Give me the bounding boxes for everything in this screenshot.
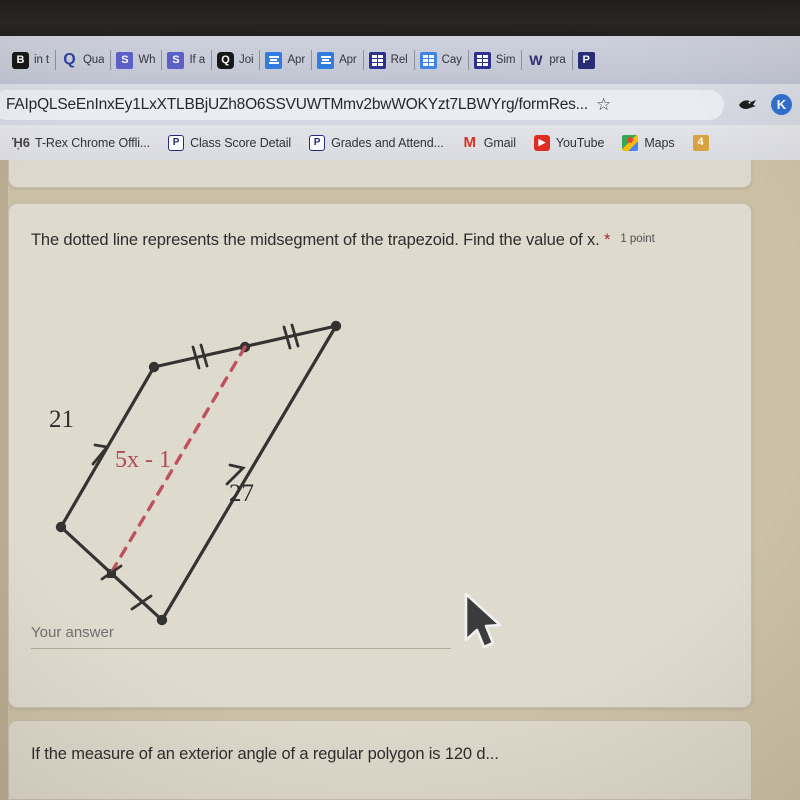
google-maps-icon — [622, 135, 638, 151]
question-card: The dotted line represents the midsegmen… — [8, 203, 752, 708]
bookmark-label: Class Score Detail — [190, 136, 291, 150]
photo-of-screen: Bin t Q Qua S Wh S If a Q Joi Apr Apr Rel Cay Sim Wpra… — [0, 0, 800, 800]
bookmark-item[interactable]: ὆4 — [684, 130, 718, 156]
vertex-bottom-left — [56, 522, 66, 532]
t-rex-icon: ᾙ6 — [13, 135, 29, 151]
bookmark-item[interactable]: Maps — [613, 130, 683, 156]
browser-tab-title: Sim — [496, 54, 516, 66]
wattpad-w-icon: W — [527, 52, 544, 69]
google-forms-icon — [474, 52, 491, 69]
side-right — [162, 326, 336, 620]
quizizz-q-icon: Q — [217, 52, 234, 69]
bookmark-label: YouTube — [556, 136, 604, 150]
browser-tab-title: If a — [189, 54, 205, 66]
gmail-icon: M — [462, 135, 478, 151]
browser-tab[interactable]: Q Joi — [211, 43, 259, 77]
sheets-s-icon: S — [167, 52, 184, 69]
powerschool-icon: P — [168, 135, 184, 151]
browser-tab-strip: Bin t Q Qua S Wh S If a Q Joi Apr Apr Rel Cay Sim Wpra… — [0, 36, 800, 84]
browser-tab-title: Apr — [287, 54, 305, 66]
trapezoid-svg — [27, 302, 367, 642]
bookmark-item[interactable]: ᾙ6 T-Rex Chrome Offli... — [4, 130, 159, 156]
browser-tab-title: Joi — [239, 54, 253, 66]
browser-tab-title: Qua — [83, 54, 104, 66]
browser-tab[interactable]: S Wh — [110, 43, 161, 77]
browser-tab-title: Wh — [138, 54, 155, 66]
label-left-leg: 21 — [49, 406, 74, 434]
screen-bezel-top — [0, 0, 800, 36]
browser-tab-title: pra — [549, 54, 565, 66]
powerschool-icon: P — [309, 135, 325, 151]
quizlet-q-icon: Q — [61, 52, 78, 69]
bookmark-item[interactable]: ▶ YouTube — [525, 130, 613, 156]
next-question-card: If the measure of an exterior angle of a… — [8, 720, 752, 800]
browser-tab-title: Cay — [442, 54, 462, 66]
question-title: The dotted line represents the midsegmen… — [31, 229, 610, 253]
bookmark-label: Maps — [644, 136, 674, 150]
browser-tab-title: Rel — [391, 54, 408, 66]
page-content: The dotted line represents the midsegmen… — [0, 160, 800, 800]
google-docs-icon — [317, 52, 334, 69]
browser-tab-title: in t — [34, 54, 49, 66]
question-header: The dotted line represents the midsegmen… — [9, 204, 751, 253]
address-bar[interactable]: FAIpQLSeEnInxEy1LxXTLBBjUZh8O6SSVUWTMmv2… — [0, 90, 724, 120]
browser-tab[interactable]: Q Qua — [55, 43, 110, 77]
google-forms-icon — [369, 52, 386, 69]
points-label: 1 point — [620, 229, 655, 245]
browser-tab-title: Apr — [339, 54, 357, 66]
browser-tab[interactable]: Rel — [363, 43, 414, 77]
label-right-leg: 27 — [229, 480, 254, 508]
browser-tab[interactable]: S If a — [161, 43, 211, 77]
answer-input[interactable] — [31, 620, 451, 649]
next-question-text: If the measure of an exterior angle of a… — [31, 745, 499, 764]
google-docs-icon — [265, 52, 282, 69]
vertex-top-right — [331, 321, 341, 331]
browser-tab[interactable]: Apr — [259, 43, 311, 77]
browser-tab[interactable]: Apr — [311, 43, 363, 77]
trapezoid-figure: 21 5x - 1 27 — [27, 302, 367, 642]
extension-bird-icon[interactable] — [736, 94, 757, 115]
url-text: FAIpQLSeEnInxEy1LxXTLBBjUZh8O6SSVUWTMmv2… — [6, 96, 588, 114]
browser-tab[interactable]: Wpra — [521, 43, 571, 77]
label-midsegment: 5x - 1 — [115, 447, 171, 474]
extension-k-icon[interactable]: K — [771, 94, 792, 115]
bold-b-icon: B — [12, 52, 29, 69]
bookmark-label: T-Rex Chrome Offli... — [35, 136, 150, 150]
browser-toolbar: FAIpQLSeEnInxEy1LxXTLBBjUZh8O6SSVUWTMmv2… — [0, 84, 800, 125]
browser-tab[interactable]: Cay — [414, 43, 468, 77]
extensions-area: K — [724, 94, 800, 115]
required-asterisk: * — [604, 231, 610, 249]
bookmark-item[interactable]: M Gmail — [453, 130, 525, 156]
google-docs-icon — [420, 52, 437, 69]
previous-question-card — [8, 160, 752, 188]
youtube-icon: ▶ — [534, 135, 550, 151]
browser-tab[interactable]: Bin t — [6, 43, 55, 77]
answer-field-wrap — [31, 620, 451, 649]
question-text: The dotted line represents the midsegmen… — [31, 231, 600, 249]
bookmark-label: Grades and Attend... — [331, 136, 444, 150]
google-contacts-icon: ὆4 — [693, 135, 709, 151]
bookmarks-bar: ᾙ6 T-Rex Chrome Offli... P Class Score Deta… — [0, 125, 800, 160]
browser-tab[interactable]: P — [572, 43, 601, 77]
bookmark-item[interactable]: P Class Score Detail — [159, 130, 300, 156]
vertex-top-left — [149, 362, 159, 372]
bookmark-label: Gmail — [484, 136, 516, 150]
powerschool-p-icon: P — [578, 52, 595, 69]
bookmark-item[interactable]: P Grades and Attend... — [300, 130, 453, 156]
bookmark-star-icon[interactable]: ☆ — [596, 96, 611, 113]
browser-tab[interactable]: Sim — [468, 43, 522, 77]
sheets-s-icon: S — [116, 52, 133, 69]
page-left-gutter — [0, 160, 8, 800]
